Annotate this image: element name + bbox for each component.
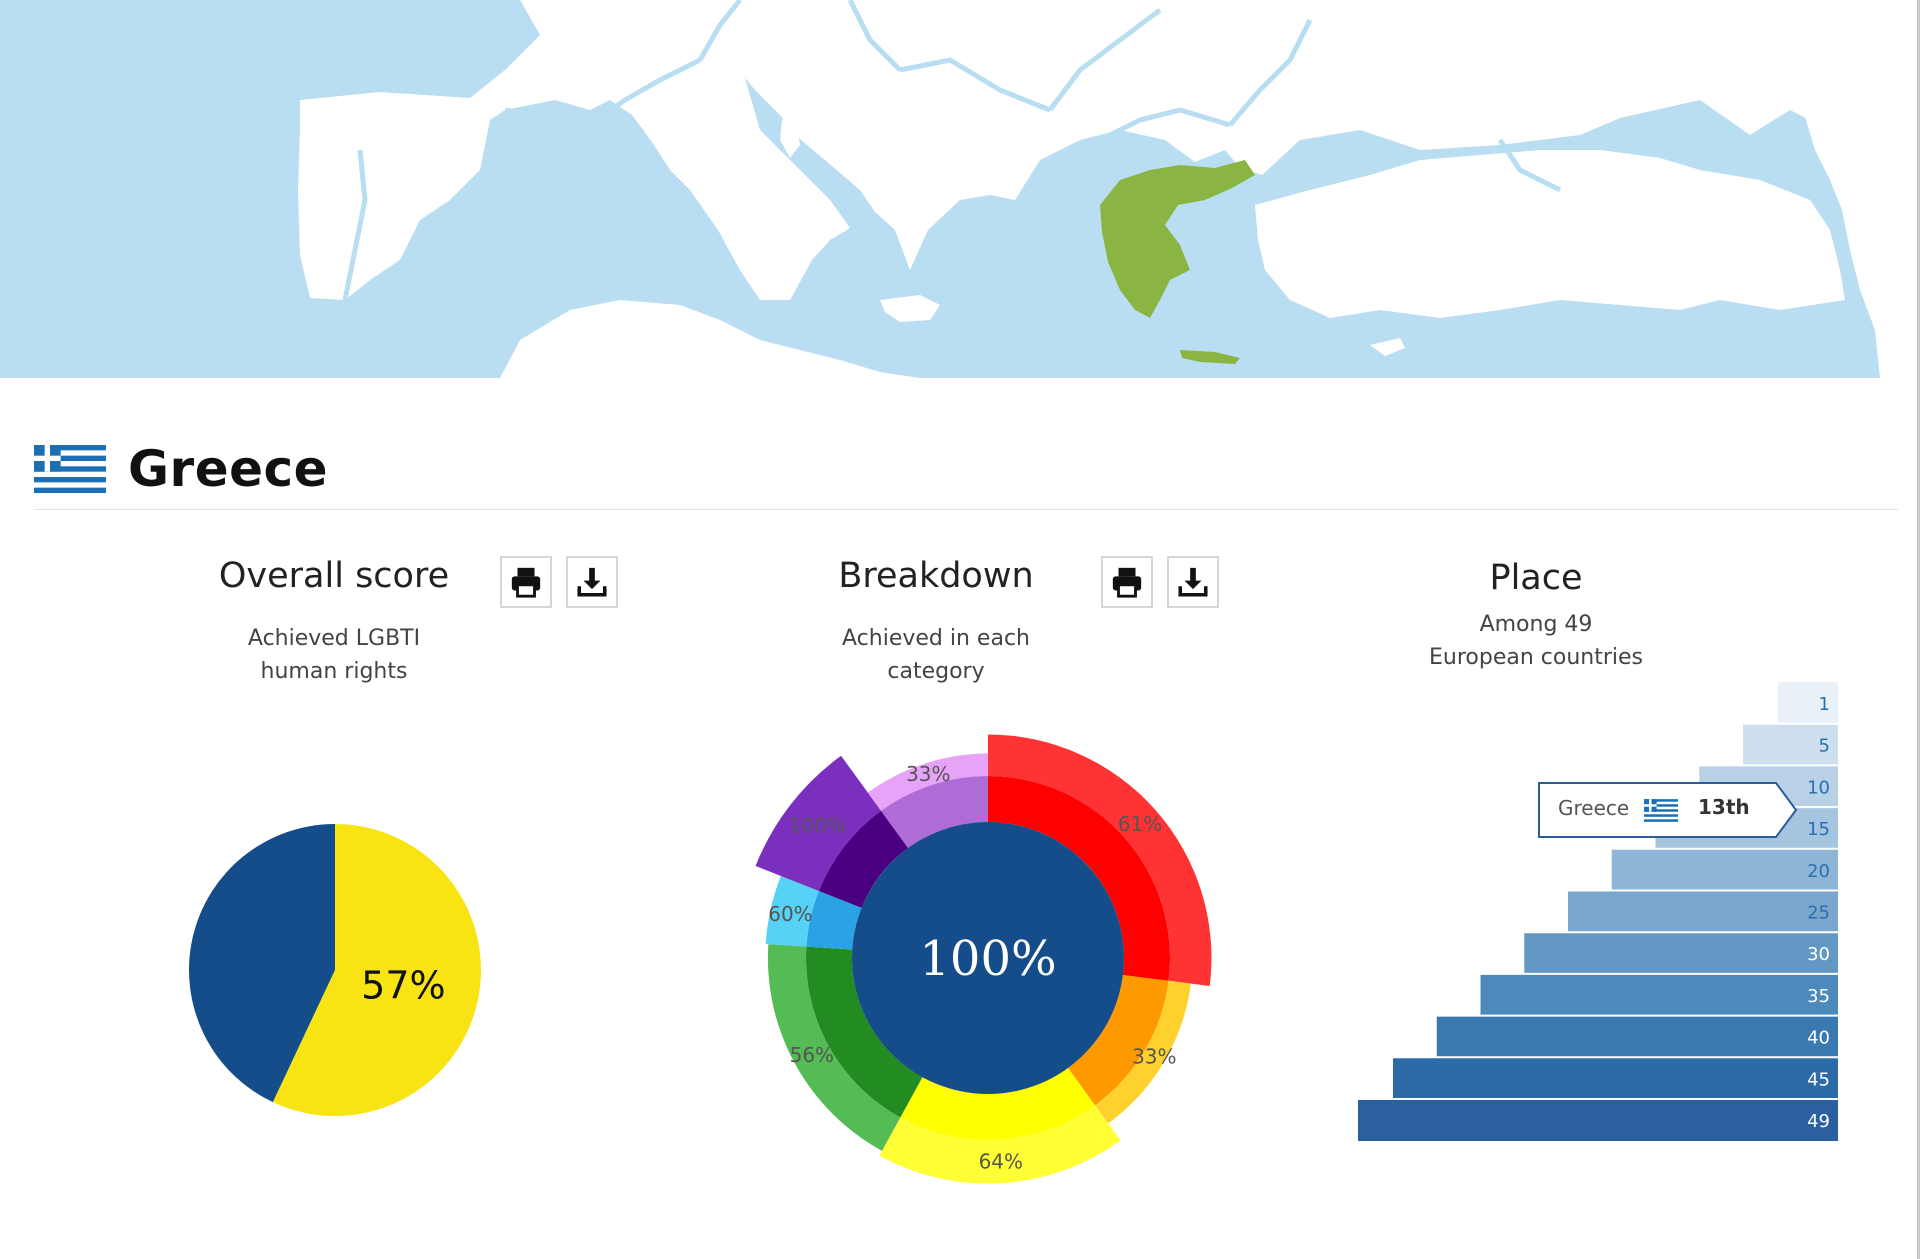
rank-tick-label: 10 <box>1807 777 1830 798</box>
breakdown-subtitle-line1: Achieved in each <box>842 626 1030 651</box>
sunburst-label-6: 33% <box>906 762 950 786</box>
sunburst-label-3: 56% <box>790 1043 834 1067</box>
rank-bar-25[interactable] <box>1568 890 1838 933</box>
overall-score-pie-chart[interactable]: 57% <box>170 805 500 1135</box>
place-title: Place <box>1489 558 1583 598</box>
overall-score-subtitle: Achieved LGBTI human rights <box>134 622 534 688</box>
rank-bar-30[interactable] <box>1524 932 1838 975</box>
sunburst-label-2: 64% <box>979 1149 1023 1173</box>
breakdown-sunburst-chart[interactable]: 61% 33% 64% 56% 60% 100% 33% 100% <box>718 712 1258 1252</box>
sunburst-center-label: 100% <box>919 931 1056 987</box>
overall-score-subtitle-line2: human rights <box>260 659 408 684</box>
overall-download-button[interactable] <box>566 556 618 608</box>
rank-bar-49[interactable] <box>1358 1099 1838 1141</box>
rank-tick-label: 5 <box>1819 736 1830 757</box>
pie-slice-label-0: 57% <box>361 963 445 1007</box>
sunburst-label-5: 100% <box>789 814 846 838</box>
country-header: Greece <box>34 436 328 502</box>
rank-bar-45[interactable] <box>1393 1057 1838 1100</box>
rank-bar-20[interactable] <box>1611 848 1838 891</box>
printer-icon <box>511 567 541 598</box>
greece-flag-icon <box>1644 799 1678 822</box>
greece-flag-icon <box>34 445 106 493</box>
rank-tick-label: 35 <box>1807 986 1830 1007</box>
breakdown-print-button[interactable] <box>1101 556 1153 608</box>
download-icon <box>1178 567 1208 597</box>
ranking-tooltip: Greece 13th <box>1538 782 1798 838</box>
rank-tick-label: 15 <box>1807 819 1830 840</box>
overall-score-title: Overall score <box>218 556 450 596</box>
europe-map[interactable] <box>0 0 1920 378</box>
header-divider <box>34 509 1898 510</box>
sunburst-label-4: 60% <box>768 902 812 926</box>
breakdown-title: Breakdown <box>838 556 1034 596</box>
rank-tick-label: 30 <box>1807 944 1830 965</box>
rank-tick-label: 45 <box>1807 1069 1830 1090</box>
overall-print-button[interactable] <box>500 556 552 608</box>
breakdown-subtitle-line2: category <box>887 659 985 684</box>
tooltip-rank: 13th <box>1698 795 1750 819</box>
rank-tick-label: 1 <box>1819 694 1830 715</box>
rank-tick-label: 25 <box>1807 903 1830 924</box>
place-ranking-chart[interactable]: 15101520253035404549 <box>1340 682 1860 1152</box>
breakdown-subtitle: Achieved in each category <box>736 622 1136 688</box>
sunburst-label-0: 61% <box>1118 812 1162 836</box>
place-subtitle-line1: Among 49 <box>1479 612 1593 637</box>
rank-bar-35[interactable] <box>1480 973 1839 1016</box>
download-icon <box>577 567 607 597</box>
rank-bar-40[interactable] <box>1436 1015 1838 1058</box>
printer-icon <box>1112 567 1142 598</box>
place-subtitle: Among 49 European countries <box>1336 608 1736 674</box>
country-title: Greece <box>128 440 329 498</box>
tooltip-country-name: Greece <box>1558 796 1630 820</box>
place-subtitle-line2: European countries <box>1428 645 1643 670</box>
rank-tick-label: 49 <box>1807 1111 1830 1132</box>
rank-tick-label: 40 <box>1807 1028 1830 1049</box>
breakdown-download-button[interactable] <box>1167 556 1219 608</box>
overall-score-subtitle-line1: Achieved LGBTI <box>247 626 421 651</box>
rank-tick-label: 20 <box>1807 861 1830 882</box>
sunburst-label-1: 33% <box>1132 1044 1176 1068</box>
